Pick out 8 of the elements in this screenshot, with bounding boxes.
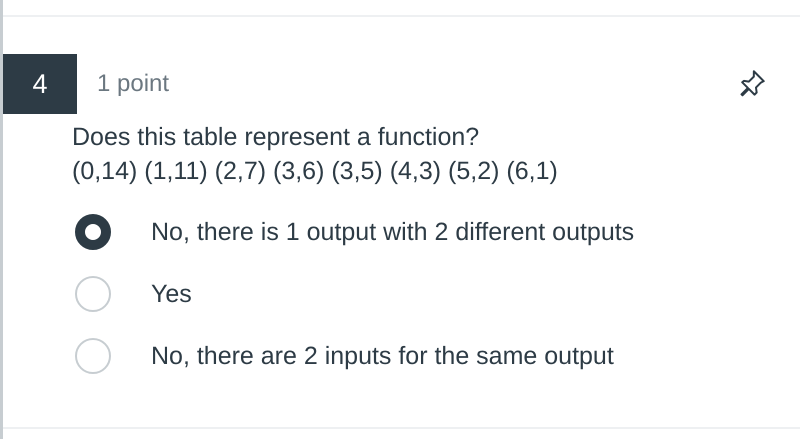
question-text: Does this table represent a function?: [72, 122, 480, 153]
question-text: (0,14) (1,11) (2,7) (3,6) (3,5) (4,3) (5,2) (6,1): [72, 156, 559, 187]
points-label: 1 point: [97, 70, 170, 98]
answer-option[interactable]: No, there are 2 inputs for the same output: [151, 342, 614, 370]
question-number: 4: [3, 54, 77, 114]
radio-button[interactable]: [75, 214, 111, 250]
answer-option[interactable]: Yes: [151, 280, 192, 308]
answer-option[interactable]: No, there is 1 output with 2 different outputs: [151, 218, 634, 246]
